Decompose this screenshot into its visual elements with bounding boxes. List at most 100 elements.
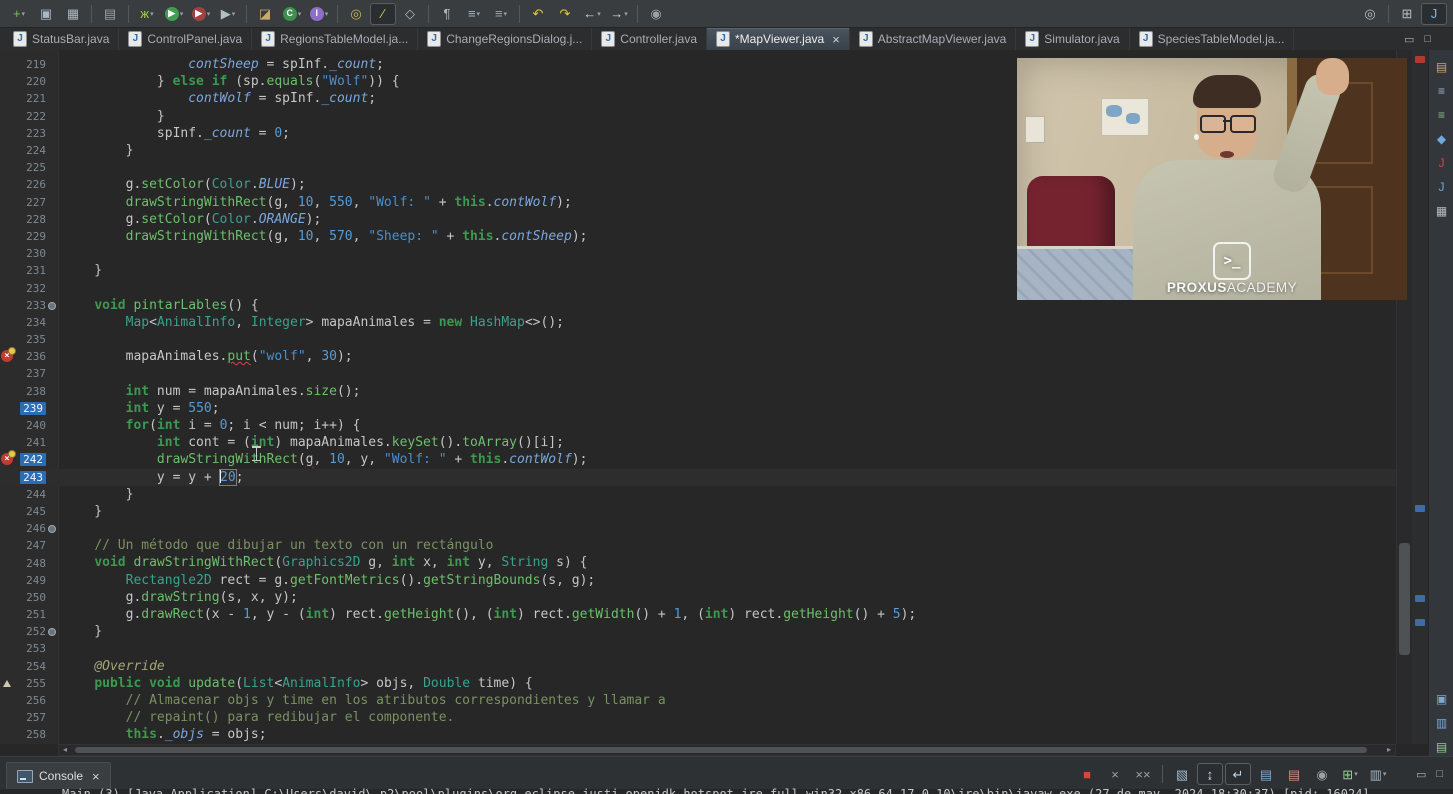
terminal-view-icon[interactable]: ▤ — [1433, 738, 1450, 755]
new-class-button[interactable]: C▾ — [279, 3, 305, 25]
gutter-cell[interactable]: 253 — [0, 640, 58, 657]
code-text[interactable]: contSheep = spInf._count; — [58, 56, 384, 73]
maximize-editor-button[interactable]: □ — [1424, 33, 1431, 45]
print-button[interactable]: ▤ — [97, 3, 123, 25]
show-stderr-button[interactable]: ▤ — [1281, 763, 1307, 785]
open-console-button[interactable]: ⊞▾ — [1337, 763, 1363, 785]
save-button[interactable]: ▣ — [33, 3, 59, 25]
junit-icon[interactable]: J — [1433, 154, 1450, 171]
code-text[interactable]: drawStringWithRect(g, 10, 570, "Sheep: "… — [58, 228, 587, 245]
sort-members-button[interactable]: ≡▾ — [488, 3, 514, 25]
tab-mapviewer-java[interactable]: J*MapViewer.java× — [707, 28, 850, 50]
new-java-project-button[interactable]: ◪ — [252, 3, 278, 25]
code-text[interactable]: // repaint() para redibujar el component… — [58, 709, 454, 726]
gutter-cell[interactable]: 239 — [0, 400, 58, 417]
error-overview-mark[interactable] — [1415, 56, 1425, 63]
display-selected-console-button[interactable]: ▥▾ — [1365, 763, 1391, 785]
fold-marker-icon[interactable] — [48, 302, 56, 310]
minimize-view-button[interactable]: ▭ — [1416, 768, 1426, 781]
code-text[interactable]: g.drawRect(x - 1, y - (int) rect.getHeig… — [58, 606, 916, 623]
word-wrap-button[interactable]: ↵ — [1225, 763, 1251, 785]
debug-button[interactable]: ж▾ — [134, 3, 160, 25]
occurrence-overview-mark[interactable] — [1415, 505, 1425, 512]
vertical-scrollbar-thumb[interactable] — [1399, 543, 1410, 655]
gutter-cell[interactable]: 256 — [0, 692, 58, 709]
code-text[interactable]: spInf._count = 0; — [58, 125, 290, 142]
tab-close-icon[interactable]: × — [832, 32, 840, 47]
gutter-cell[interactable]: 225 — [0, 159, 58, 176]
code-text[interactable] — [58, 331, 63, 348]
new-interface-button[interactable]: I▾ — [306, 3, 332, 25]
code-text[interactable] — [58, 365, 63, 382]
outline-icon[interactable]: ≡ — [1433, 106, 1450, 123]
code-text[interactable]: y = y + 20; — [58, 469, 244, 486]
gutter-cell[interactable]: 226 — [0, 176, 58, 193]
code-text[interactable]: } — [58, 503, 102, 520]
gutter-cell[interactable]: 249 — [0, 572, 58, 589]
horizontal-scrollbar-thumb[interactable] — [75, 747, 1367, 753]
gutter-cell[interactable]: 220 — [0, 73, 58, 90]
scroll-left-arrow-icon[interactable]: ◂ — [59, 745, 71, 755]
gutter-cell[interactable]: 254 — [0, 658, 58, 675]
gutter-cell[interactable]: 221 — [0, 90, 58, 107]
horizontal-scrollbar[interactable]: ◂ ▸ — [58, 744, 1396, 756]
problems-view-icon[interactable]: ▣ — [1433, 690, 1450, 707]
gutter-cell[interactable]: 248 — [0, 554, 58, 571]
gutter-cell[interactable]: 245 — [0, 503, 58, 520]
java-perspective-button[interactable]: J — [1421, 3, 1447, 25]
gutter-cell[interactable]: 222 — [0, 108, 58, 125]
console-close-icon[interactable]: × — [92, 769, 100, 784]
forward-button[interactable]: →▾ — [606, 3, 632, 25]
code-text[interactable] — [58, 520, 63, 537]
code-text[interactable]: } — [58, 486, 133, 503]
pin-editor-button[interactable]: ◉ — [643, 3, 669, 25]
tab-regionstablemodel-ja[interactable]: JRegionsTableModel.ja... — [252, 28, 418, 50]
open-perspective-button[interactable]: ⊞ — [1394, 3, 1420, 25]
code-text[interactable]: } — [58, 108, 165, 125]
code-text[interactable]: drawStringWithRect(g, 10, y, "Wolf: " + … — [58, 451, 587, 468]
code-text[interactable]: mapaAnimales.put("wolf", 30); — [58, 348, 353, 365]
gutter-cell[interactable]: 227 — [0, 194, 58, 211]
gutter-cell[interactable]: 234 — [0, 314, 58, 331]
new-wizard-button[interactable]: +▾ — [6, 3, 32, 25]
gutter-cell[interactable]: 233 — [0, 297, 58, 314]
code-text[interactable]: void drawStringWithRect(Graphics2D g, in… — [58, 554, 587, 571]
gutter-cell[interactable]: 251 — [0, 606, 58, 623]
error-marker-icon[interactable]: × — [1, 350, 13, 362]
tab-abstractmapviewer-java[interactable]: JAbstractMapViewer.java — [850, 28, 1017, 50]
tab-statusbar-java[interactable]: JStatusBar.java — [4, 28, 119, 50]
fold-marker-icon[interactable] — [48, 525, 56, 533]
code-text[interactable]: int y = 550; — [58, 400, 220, 417]
java-file-icon[interactable]: J — [1433, 178, 1450, 195]
show-whitespace-button[interactable]: ¶ — [434, 3, 460, 25]
gutter-cell[interactable]: 231 — [0, 262, 58, 279]
gutter-cell[interactable]: ×242 — [0, 451, 58, 468]
code-text[interactable] — [58, 245, 63, 262]
quick-access-search-button[interactable]: ◎ — [1357, 3, 1383, 25]
gutter-cell[interactable]: ×236 — [0, 348, 58, 365]
clear-console-button[interactable]: ▧ — [1169, 763, 1195, 785]
previous-edit-location-button[interactable]: ↶ — [525, 3, 551, 25]
restore-view-button[interactable]: □ — [1436, 768, 1443, 780]
code-text[interactable]: } else if (sp.equals("Wolf")) { — [58, 73, 400, 90]
gutter-cell[interactable]: 238 — [0, 383, 58, 400]
occurrence-overview-mark[interactable] — [1415, 619, 1425, 626]
gutter-cell[interactable]: 244 — [0, 486, 58, 503]
code-text[interactable]: } — [58, 142, 133, 159]
save-all-button[interactable]: ▦ — [60, 3, 86, 25]
gutter-cell[interactable]: 237 — [0, 365, 58, 382]
tab-simulator-java[interactable]: JSimulator.java — [1016, 28, 1129, 50]
gutter-cell[interactable]: 250 — [0, 589, 58, 606]
pin-console-button[interactable]: ◉ — [1309, 763, 1335, 785]
code-text[interactable]: } — [58, 623, 102, 640]
tab-changeregionsdialog-j[interactable]: JChangeRegionsDialog.j... — [418, 28, 592, 50]
code-text[interactable]: // Almacenar objs y time en los atributo… — [58, 692, 666, 709]
code-text[interactable]: int cont = (int) mapaAnimales.keySet().t… — [58, 434, 564, 451]
tab-console[interactable]: Console × — [6, 762, 111, 789]
open-type-button[interactable]: ◇ — [397, 3, 423, 25]
gutter-cell[interactable]: 230 — [0, 245, 58, 262]
code-text[interactable] — [58, 640, 63, 657]
tab-controller-java[interactable]: JController.java — [592, 28, 707, 50]
code-text[interactable]: public void update(List<AnimalInfo> objs… — [58, 675, 533, 692]
code-text[interactable]: for(int i = 0; i < num; i++) { — [58, 417, 360, 434]
